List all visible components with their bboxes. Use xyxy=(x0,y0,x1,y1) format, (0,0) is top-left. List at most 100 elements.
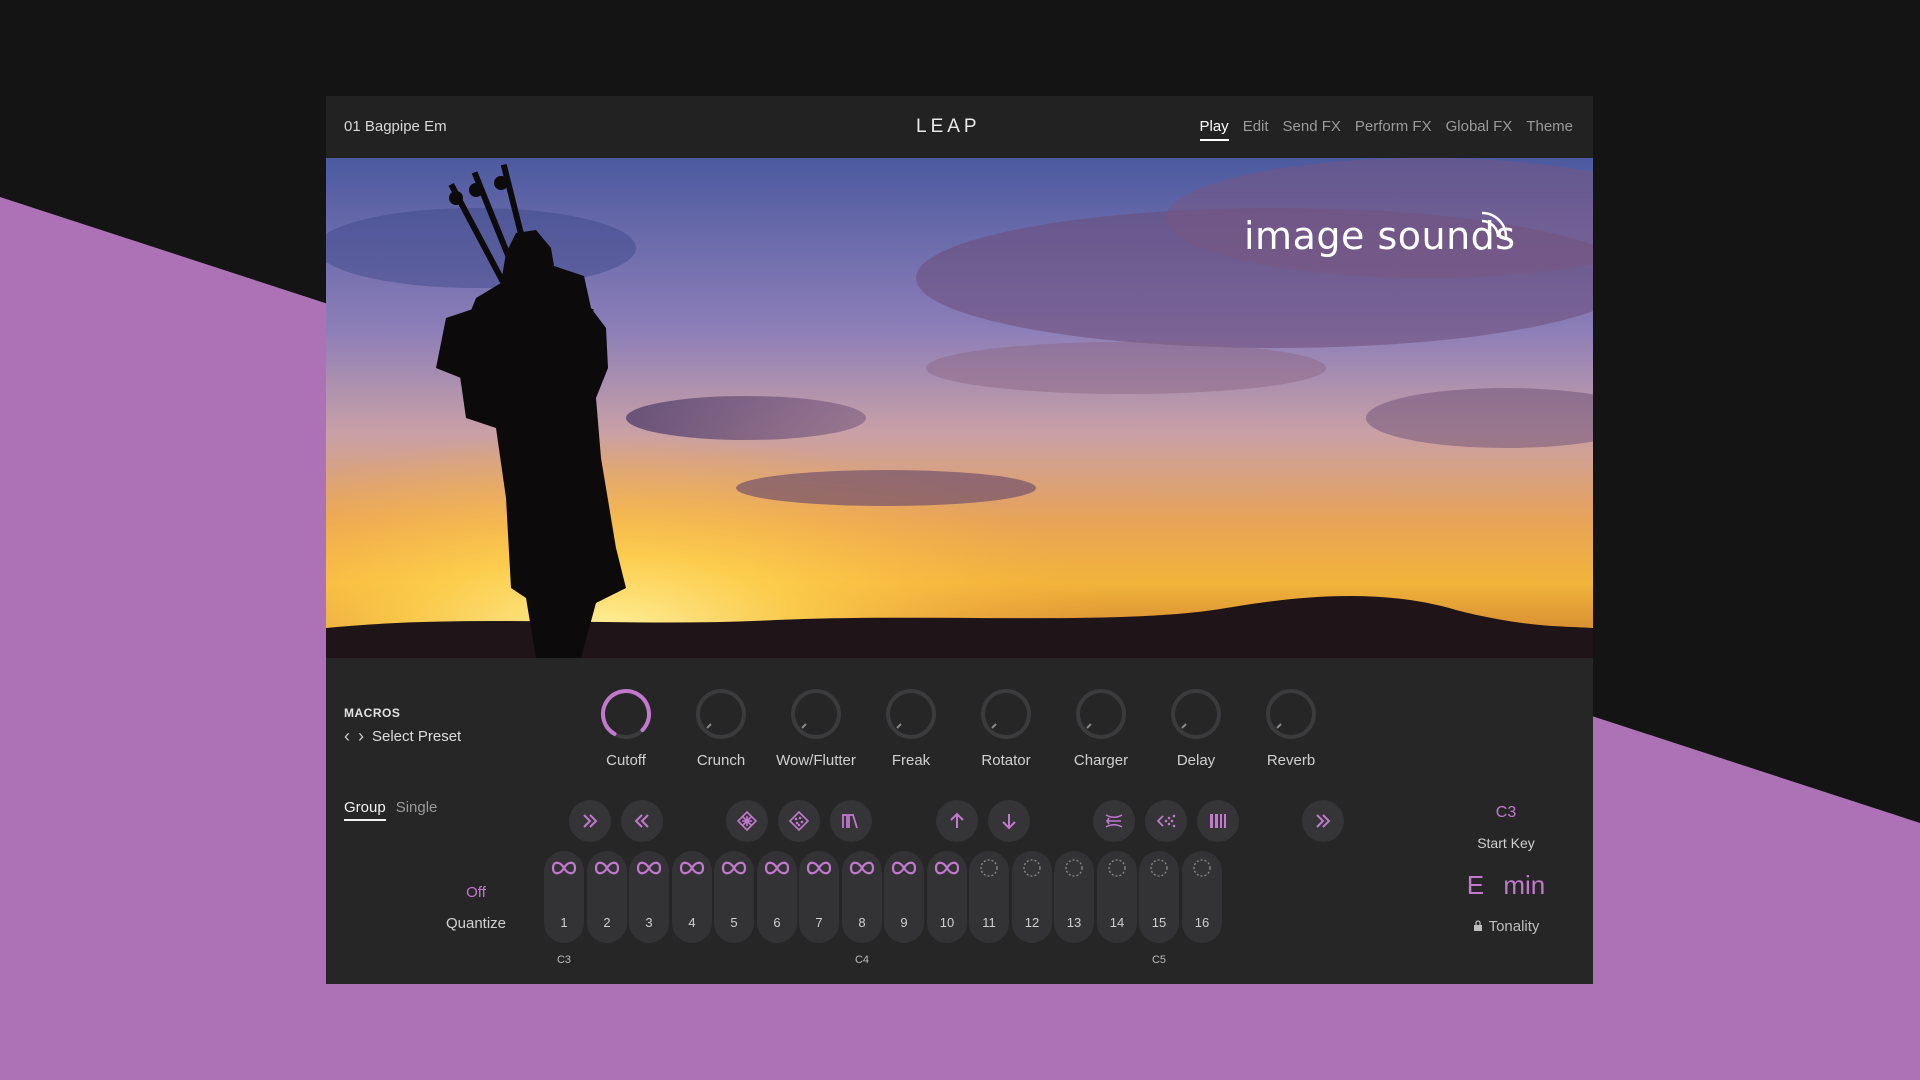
knob-label: Delay xyxy=(1176,752,1216,769)
bars-icon xyxy=(1210,814,1226,828)
bars-button[interactable] xyxy=(1197,800,1239,842)
knob-label: Freak xyxy=(891,752,931,769)
pitch-up-button[interactable] xyxy=(936,800,978,842)
pad-number: 16 xyxy=(1194,915,1210,930)
diamond-grid-icon xyxy=(736,810,758,832)
start-key-value[interactable]: C3 xyxy=(1456,804,1556,822)
pad-number: 5 xyxy=(730,915,738,930)
pad-number: 7 xyxy=(815,915,823,930)
knob-label: Wow/Flutter xyxy=(776,752,856,769)
lock-icon[interactable] xyxy=(1473,920,1483,932)
tape-stop-icon xyxy=(1105,814,1123,828)
tab-perform-fx[interactable]: Perform FX xyxy=(1355,118,1432,141)
pad[interactable]: 6 xyxy=(757,851,797,943)
single-mode-option[interactable]: Single xyxy=(396,799,438,821)
pad[interactable]: 11 xyxy=(969,851,1009,943)
octave-label-c3: C3 xyxy=(556,954,572,966)
pad[interactable]: 4 xyxy=(672,851,712,943)
skip-forward-button[interactable] xyxy=(1302,800,1344,842)
knob-rotator[interactable]: Rotator xyxy=(958,686,1054,769)
rewind-button[interactable] xyxy=(621,800,663,842)
stutter-wave-button[interactable] xyxy=(830,800,872,842)
start-key-label: Start Key xyxy=(1477,835,1535,851)
knob-label: Charger xyxy=(1073,752,1129,769)
knob-cutoff[interactable]: Cutoff xyxy=(578,686,674,769)
pad-number: 4 xyxy=(688,915,696,930)
pad[interactable]: 13 xyxy=(1054,851,1094,943)
knob-dial-icon[interactable] xyxy=(978,686,1034,742)
quantize-value[interactable]: Off xyxy=(446,884,506,901)
tab-theme[interactable]: Theme xyxy=(1526,118,1573,141)
chevron-left-icon[interactable]: ‹ xyxy=(344,726,350,747)
tab-send-fx[interactable]: Send FX xyxy=(1283,118,1341,141)
tape-stop-button[interactable] xyxy=(1093,800,1135,842)
select-preset-label[interactable]: Select Preset xyxy=(372,728,461,745)
knob-freak[interactable]: Freak xyxy=(863,686,959,769)
knob-dial-icon[interactable] xyxy=(1263,686,1319,742)
arrow-up-icon xyxy=(950,812,964,828)
empty-slot-icon xyxy=(980,859,998,877)
loop-infinity-icon xyxy=(764,861,790,875)
pad-number: 14 xyxy=(1109,915,1125,930)
group-mode-option[interactable]: Group xyxy=(344,799,386,821)
knob-crunch[interactable]: Crunch xyxy=(673,686,769,769)
pad-number: 2 xyxy=(603,915,611,930)
knob-dial-icon[interactable] xyxy=(1168,686,1224,742)
chevron-right-icon[interactable]: › xyxy=(358,726,364,747)
loop-infinity-icon xyxy=(551,861,577,875)
knob-charger[interactable]: Charger xyxy=(1053,686,1149,769)
knob-dial-icon[interactable] xyxy=(598,686,654,742)
loop-infinity-icon xyxy=(934,861,960,875)
empty-slot-icon xyxy=(1150,859,1168,877)
pad[interactable]: 12 xyxy=(1012,851,1052,943)
tonality-value[interactable]: E min xyxy=(1436,870,1576,901)
pad[interactable]: 14 xyxy=(1097,851,1137,943)
tab-edit[interactable]: Edit xyxy=(1243,118,1269,141)
pad-number: 11 xyxy=(982,915,996,930)
pad[interactable]: 5 xyxy=(714,851,754,943)
pad[interactable]: 8 xyxy=(842,851,882,943)
empty-slot-icon xyxy=(1193,859,1211,877)
stutter-wave-icon xyxy=(842,814,858,829)
diamond-scatter-button[interactable] xyxy=(778,800,820,842)
hero-image: image sounds xyxy=(326,158,1593,658)
pad[interactable]: 9 xyxy=(884,851,924,943)
pad[interactable]: 3 xyxy=(629,851,669,943)
knob-dial-icon[interactable] xyxy=(1073,686,1129,742)
knob-dial-icon[interactable] xyxy=(788,686,844,742)
knob-label: Crunch xyxy=(696,752,746,769)
knob-wow-flutter[interactable]: Wow/Flutter xyxy=(768,686,864,769)
scatter-left-button[interactable] xyxy=(1145,800,1187,842)
empty-slot-icon xyxy=(1065,859,1083,877)
pad[interactable]: 1 xyxy=(544,851,584,943)
knob-dial-icon[interactable] xyxy=(883,686,939,742)
pad[interactable]: 16 xyxy=(1182,851,1222,943)
tab-global-fx[interactable]: Global FX xyxy=(1446,118,1513,141)
pad[interactable]: 7 xyxy=(799,851,839,943)
loop-infinity-icon xyxy=(891,861,917,875)
preset-name[interactable]: 01 Bagpipe Em xyxy=(344,118,447,135)
pad-number: 1 xyxy=(560,915,568,930)
pitch-down-button[interactable] xyxy=(988,800,1030,842)
diamond-scatter-icon xyxy=(788,810,810,832)
loop-infinity-icon xyxy=(636,861,662,875)
knob-reverb[interactable]: Reverb xyxy=(1243,686,1339,769)
skip-forward-icon xyxy=(1316,814,1331,828)
quantize-label: Quantize xyxy=(445,915,507,932)
tab-play[interactable]: Play xyxy=(1199,118,1229,141)
fast-forward-button[interactable] xyxy=(569,800,611,842)
knob-dial-icon[interactable] xyxy=(693,686,749,742)
signal-waves-icon xyxy=(1481,211,1508,238)
diamond-grid-button[interactable] xyxy=(726,800,768,842)
pad[interactable]: 2 xyxy=(587,851,627,943)
pad-number: 13 xyxy=(1066,915,1082,930)
knob-delay[interactable]: Delay xyxy=(1148,686,1244,769)
pad[interactable]: 10 xyxy=(927,851,967,943)
knob-label: Rotator xyxy=(981,752,1031,769)
group-single-toggle: Group Single xyxy=(344,799,437,821)
leap-plugin-window: 01 Bagpipe Em LEAP Play Edit Send FX Per… xyxy=(326,96,1593,984)
pad-number: 15 xyxy=(1151,915,1167,930)
header-bar: 01 Bagpipe Em LEAP Play Edit Send FX Per… xyxy=(326,96,1593,158)
fast-forward-icon xyxy=(583,814,598,828)
pad[interactable]: 15 xyxy=(1139,851,1179,943)
